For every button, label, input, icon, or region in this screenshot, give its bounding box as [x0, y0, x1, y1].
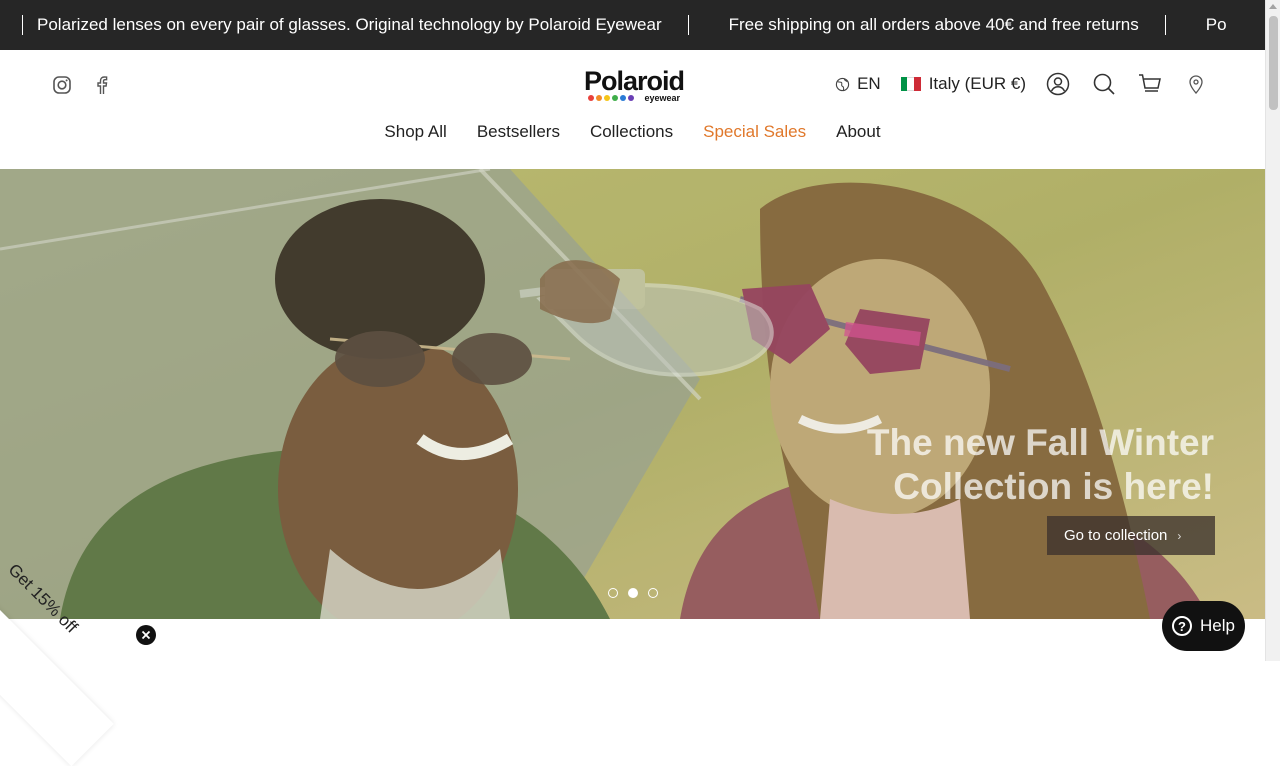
page-scrollbar[interactable]	[1265, 0, 1280, 661]
flag-stripe	[914, 77, 921, 91]
slider-pagination	[608, 588, 658, 598]
scroll-up-arrow[interactable]	[1269, 4, 1277, 9]
header-utilities: EN Italy (EUR €)	[835, 72, 1208, 96]
logo-wordmark: Polaroid	[584, 66, 685, 96]
country-selector[interactable]: Italy (EUR €)	[900, 74, 1026, 94]
announcement-item: Free shipping on all orders above 40€ an…	[728, 15, 1139, 34]
search-icon[interactable]	[1092, 72, 1116, 96]
logo-dot	[620, 95, 626, 101]
instagram-icon[interactable]	[50, 73, 74, 97]
header-icon-group	[1046, 72, 1208, 96]
italy-flag-icon	[900, 77, 921, 91]
site-header: Polaroid eyewear EN Italy (EUR €) Shop A…	[0, 50, 1265, 169]
language-label: EN	[857, 74, 881, 93]
flag-stripe	[900, 77, 908, 91]
hero-title: The new Fall Winter Collection is here!	[714, 421, 1214, 509]
country-label: Italy (EUR €)	[928, 74, 1026, 93]
logo-dot	[612, 95, 618, 101]
announcement-separator	[687, 15, 689, 35]
logo-dot	[596, 95, 602, 101]
logo-color-dots	[588, 95, 634, 101]
logo-dot	[604, 95, 610, 101]
language-selector[interactable]: EN	[835, 74, 881, 94]
store-locator-icon[interactable]	[1184, 72, 1208, 96]
account-icon[interactable]	[1046, 72, 1070, 96]
announcement-track: Polarized lenses on every pair of glasse…	[22, 0, 1227, 50]
hero-banner[interactable]: The new Fall Winter Collection is here! …	[0, 169, 1265, 619]
slider-dot-3[interactable]	[648, 588, 658, 598]
chevron-right-icon: ›	[1177, 528, 1182, 543]
announcement-separator	[1164, 15, 1166, 35]
nav-item-special-sales[interactable]: Special Sales	[703, 122, 806, 142]
announcement-item: Polarized lenses on every pair of glasse…	[37, 15, 662, 34]
slider-dot-2[interactable]	[628, 588, 638, 598]
announcement-separator	[22, 15, 23, 35]
announcement-bar: Polarized lenses on every pair of glasse…	[0, 0, 1265, 50]
polaroid-logo[interactable]: Polaroid eyewear	[584, 66, 685, 104]
logo-dot	[628, 95, 634, 101]
nav-item-about[interactable]: About	[836, 122, 880, 142]
promo-close-icon[interactable]	[136, 625, 156, 645]
main-navigation: Shop All Bestsellers Collections Special…	[0, 122, 1265, 142]
help-label: Help	[1200, 616, 1235, 635]
cta-label: Go to collection	[1064, 527, 1168, 544]
nav-item-collections[interactable]: Collections	[590, 122, 673, 142]
facebook-icon[interactable]	[90, 73, 114, 97]
help-button[interactable]: ? Help	[1162, 601, 1245, 651]
nav-item-shop-all[interactable]: Shop All	[384, 122, 446, 142]
hero-title-line-2: Collection is here!	[893, 466, 1214, 507]
globe-icon	[835, 77, 850, 91]
slider-dot-1[interactable]	[608, 588, 618, 598]
scrollbar-thumb[interactable]	[1269, 16, 1278, 110]
hero-title-line-1: The new Fall Winter	[866, 422, 1214, 463]
question-icon: ?	[1172, 616, 1193, 636]
logo-dot	[588, 95, 594, 101]
announcement-item: Po	[1205, 15, 1227, 34]
flag-stripe	[907, 77, 915, 91]
logo-subtitle: eyewear	[644, 93, 680, 103]
go-to-collection-button[interactable]: Go to collection ›	[1047, 516, 1215, 555]
cart-icon[interactable]	[1138, 72, 1162, 96]
nav-item-bestsellers[interactable]: Bestsellers	[477, 122, 560, 142]
social-links	[50, 73, 114, 97]
